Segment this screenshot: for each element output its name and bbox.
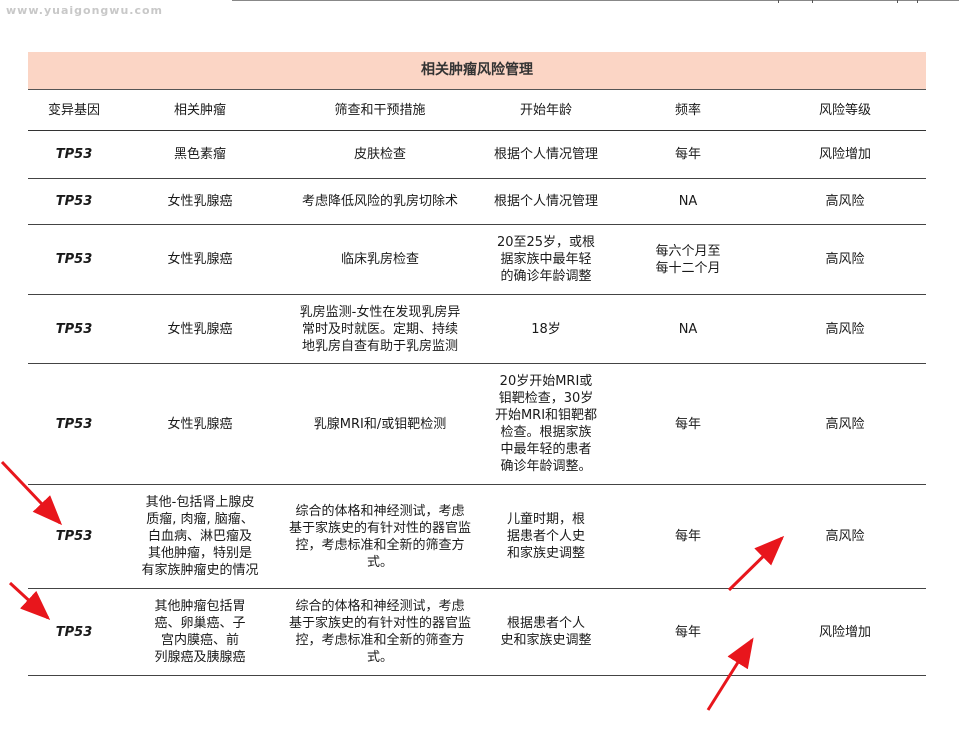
annotation-arrows bbox=[0, 460, 785, 711]
red-arrow-icon bbox=[727, 535, 785, 592]
red-arrow-icon bbox=[8, 581, 51, 621]
red-arrow-icon bbox=[0, 460, 63, 526]
red-arrow-icon bbox=[706, 637, 754, 711]
